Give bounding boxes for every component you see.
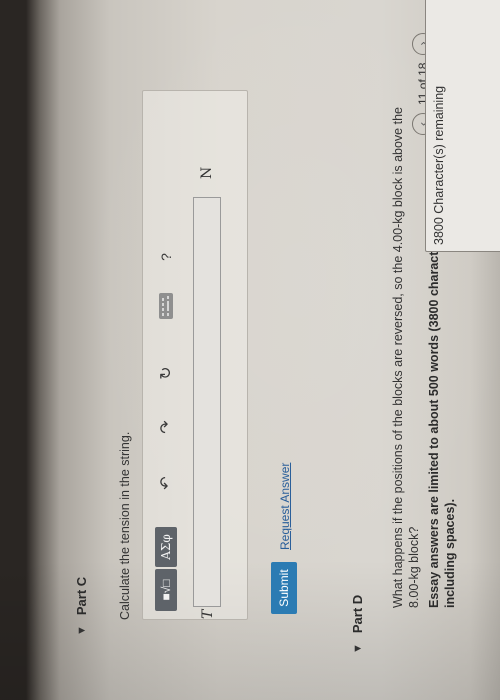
template-icon: ■√□	[159, 579, 173, 601]
question-line: What happens if the positions of the blo…	[391, 107, 405, 608]
part-c-prompt: Calculate the tension in the string.	[118, 431, 132, 620]
essay-line: including spaces).	[443, 498, 457, 608]
reset-icon[interactable]: ↻	[155, 363, 177, 383]
part-c-header[interactable]: ▼ Part C	[74, 577, 89, 636]
template-button[interactable]: ■√□	[155, 569, 177, 611]
redo-icon[interactable]: ↷	[155, 417, 177, 437]
keyboard-icon[interactable]	[159, 293, 173, 319]
assignment-page: ‹ 11 of 18 › ▼ Part C Calculate the tens…	[0, 0, 500, 700]
essay-line: Essay answers are limited to about 500 w…	[427, 167, 441, 608]
part-d-question: What happens if the positions of the blo…	[390, 107, 422, 608]
part-d-title: Part D	[350, 594, 365, 634]
tension-input[interactable]	[193, 197, 221, 607]
collapse-caret-icon: ▼	[75, 625, 88, 636]
submit-button[interactable]: Submit	[271, 562, 297, 614]
collapse-caret-icon: ▼	[351, 643, 364, 654]
characters-remaining: 3800 Character(s) remaining	[432, 85, 446, 245]
undo-icon[interactable]: ↶	[155, 473, 177, 493]
request-answer-link[interactable]: Request Answer	[278, 463, 292, 550]
greek-icon: ΑΣφ	[159, 534, 173, 560]
essay-textarea[interactable]: 3800 Character(s) remaining	[425, 0, 500, 252]
part-d-header[interactable]: ▼ Part D	[350, 595, 365, 654]
help-icon[interactable]: ?	[155, 247, 177, 267]
essay-limit-note: Essay answers are limited to about 500 w…	[426, 167, 458, 608]
greek-symbols-button[interactable]: ΑΣφ	[155, 527, 177, 567]
answer-panel: ■√□ ΑΣφ ↶ ↷ ↻ ? T = N	[142, 90, 248, 620]
photo-background: ‹ 11 of 18 › ▼ Part C Calculate the tens…	[0, 0, 500, 700]
unit-label: N	[199, 166, 215, 179]
part-c-title: Part C	[74, 576, 89, 616]
question-line: 8.00-kg block?	[407, 526, 421, 608]
